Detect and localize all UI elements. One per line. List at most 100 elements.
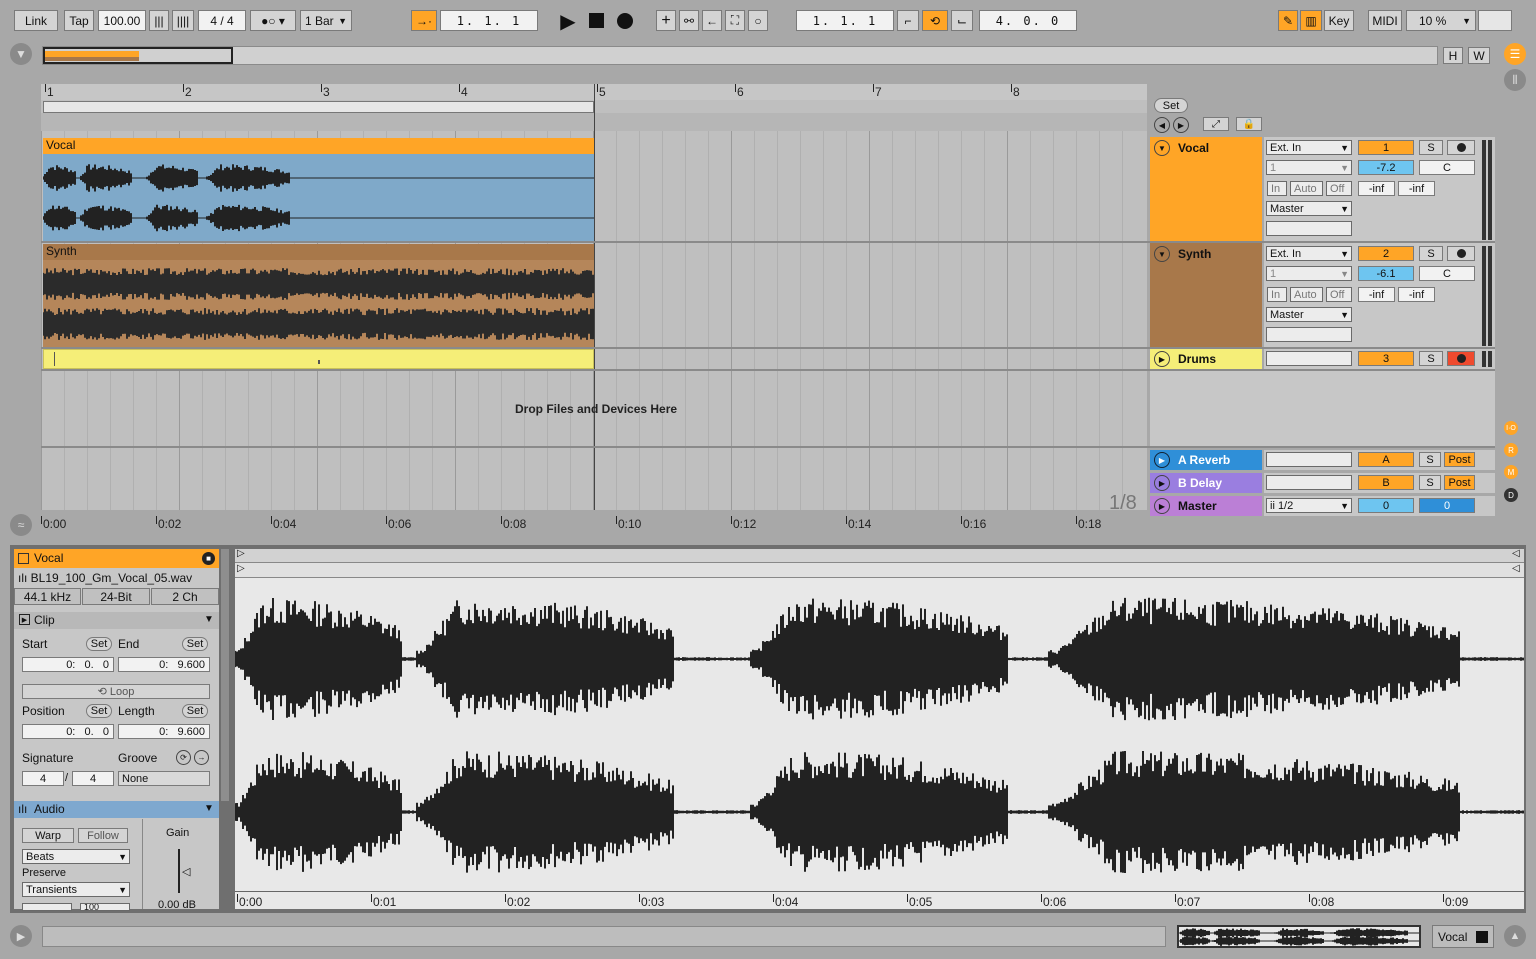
- solo-button[interactable]: S: [1419, 452, 1441, 467]
- loop-brace[interactable]: [43, 101, 594, 113]
- position-field[interactable]: 0: 0. 0: [22, 724, 114, 739]
- session-view-icon[interactable]: ⦀: [1504, 69, 1526, 91]
- master-cue-volume[interactable]: 0: [1419, 498, 1475, 513]
- return-io-field[interactable]: [1266, 452, 1352, 467]
- overview-toggle-icon[interactable]: ▼: [10, 43, 32, 65]
- track-activator[interactable]: 3: [1358, 351, 1414, 366]
- arrangement-view-icon[interactable]: ☰: [1504, 43, 1526, 65]
- sample-editor[interactable]: ▷ ▷ ◁ ◁ 0:00 0:01 0:02 0:03 0:04 0:05 0:06 0:07…: [235, 548, 1524, 909]
- volume-field[interactable]: -7.2: [1358, 160, 1414, 175]
- nudge-down-icon[interactable]: |||: [149, 10, 169, 31]
- arrangement-overview[interactable]: [42, 46, 1438, 65]
- time-ruler[interactable]: 0:00 0:02 0:04 0:06 0:08 0:10 0:12 0:14 0:16 0:18: [40, 516, 1147, 532]
- track-name[interactable]: A Reverb: [1178, 453, 1230, 467]
- returns-toggle-icon[interactable]: R: [1504, 443, 1518, 457]
- nudge-up-icon[interactable]: ||||: [172, 10, 194, 31]
- arm-button[interactable]: [1447, 351, 1475, 366]
- metronome-button[interactable]: ●○ ▾: [250, 10, 296, 31]
- arm-button[interactable]: [1447, 246, 1475, 261]
- fold-icon[interactable]: ▶: [1154, 475, 1170, 491]
- track-activator[interactable]: B: [1358, 475, 1414, 490]
- punch-in-icon[interactable]: ⌐: [897, 10, 919, 31]
- follow-button[interactable]: →·: [411, 10, 437, 31]
- punch-out-icon[interactable]: ⌙: [951, 10, 973, 31]
- post-fader-button[interactable]: Post: [1444, 475, 1475, 490]
- monitor-off-button[interactable]: Off: [1326, 181, 1352, 196]
- drums-track-header[interactable]: ▶ Drums: [1150, 349, 1262, 369]
- detail-view-toggle-icon[interactable]: ▲: [1504, 925, 1526, 947]
- vocal-clip[interactable]: Vocal: [43, 138, 594, 242]
- grid-zoom-label[interactable]: 1/8: [1109, 492, 1137, 515]
- previous-locator-icon[interactable]: ◀: [1154, 117, 1170, 133]
- track-activator[interactable]: A: [1358, 452, 1414, 467]
- clip-header[interactable]: Vocal ■: [14, 549, 219, 568]
- return-io-field[interactable]: [1266, 475, 1352, 490]
- play-icon[interactable]: ▶: [556, 9, 580, 33]
- loop-length-field[interactable]: 4. 0. 0: [979, 10, 1077, 31]
- fold-icon[interactable]: ▶: [1154, 452, 1170, 468]
- midi-map-button[interactable]: MIDI: [1368, 10, 1402, 31]
- input-channel-select[interactable]: 1: [1266, 160, 1352, 175]
- sample-editor-ruler[interactable]: [235, 549, 1524, 563]
- gain-value[interactable]: 0.00 dB: [158, 899, 196, 911]
- draw-mode-icon[interactable]: ✎: [1278, 10, 1298, 31]
- cpu-meter[interactable]: 10 % ▼: [1406, 10, 1476, 31]
- link-button[interactable]: Link: [14, 10, 58, 31]
- selected-track-indicator[interactable]: Vocal: [1432, 925, 1494, 948]
- tap-tempo-button[interactable]: Tap: [64, 10, 94, 31]
- overdub-plus-icon[interactable]: +: [656, 10, 676, 31]
- key-map-button[interactable]: Key: [1324, 10, 1354, 31]
- automation-toggle-icon[interactable]: ≈: [10, 514, 32, 536]
- reverb-return-header[interactable]: ▶ A Reverb: [1150, 450, 1262, 470]
- fold-icon[interactable]: ▼: [1154, 140, 1170, 156]
- fold-icon[interactable]: ▼: [1154, 246, 1170, 262]
- loop-switch-icon[interactable]: ⟲: [922, 10, 948, 31]
- empty-track-area[interactable]: [1150, 371, 1495, 446]
- synth-clip[interactable]: Synth: [43, 244, 594, 348]
- automation-arm-icon[interactable]: ⚯: [679, 10, 699, 31]
- groove-commit-icon[interactable]: →: [194, 750, 209, 765]
- output-channel-select[interactable]: [1266, 327, 1352, 342]
- loop-mode-select[interactable]: [22, 903, 72, 911]
- set-start-button[interactable]: Set: [86, 637, 112, 651]
- synth-track-header[interactable]: ▼ Synth: [1150, 243, 1262, 347]
- monitor-auto-button[interactable]: Auto: [1290, 287, 1323, 302]
- vocal-track-header[interactable]: ▼ Vocal: [1150, 137, 1262, 241]
- info-view-toggle-icon[interactable]: ▶: [10, 925, 32, 947]
- set-locator-button[interactable]: Set: [1154, 98, 1188, 113]
- groove-hot-swap-icon[interactable]: ⟳: [176, 750, 191, 765]
- loop-button[interactable]: ⟲ Loop: [22, 684, 210, 699]
- loop-start-field[interactable]: 1. 1. 1: [796, 10, 894, 31]
- solo-button[interactable]: S: [1419, 140, 1443, 155]
- arm-button[interactable]: [1447, 140, 1475, 155]
- record-icon[interactable]: [617, 13, 633, 29]
- clip-activator-icon[interactable]: [18, 553, 29, 564]
- fit-width-button[interactable]: W: [1468, 47, 1490, 64]
- track-activator[interactable]: 2: [1358, 246, 1414, 261]
- sample-time-ruler[interactable]: 0:00 0:01 0:02 0:03 0:04 0:05 0:06 0:07 0:08 0:09: [235, 891, 1524, 909]
- keyboard-icon[interactable]: ▥: [1300, 10, 1322, 31]
- preserve-select[interactable]: Transients: [22, 882, 130, 897]
- delay-toggle-icon[interactable]: D: [1504, 488, 1518, 502]
- input-type-select[interactable]: Ext. In: [1266, 246, 1352, 261]
- expand-tracks-icon[interactable]: ⤢: [1203, 117, 1229, 131]
- monitor-auto-button[interactable]: Auto: [1290, 181, 1323, 196]
- drums-clip[interactable]: [43, 349, 594, 369]
- solo-button[interactable]: S: [1419, 351, 1443, 366]
- fold-icon[interactable]: ▶: [1154, 498, 1170, 514]
- track-name[interactable]: B Delay: [1178, 476, 1222, 490]
- signature-denominator[interactable]: 4: [72, 771, 114, 786]
- time-signature-field[interactable]: 4 / 4: [198, 10, 246, 31]
- clip-section-header[interactable]: ▶ Clip ▼: [14, 612, 219, 629]
- start-field[interactable]: 0: 0. 0: [22, 657, 114, 672]
- output-select[interactable]: Master: [1266, 201, 1352, 216]
- set-position-button[interactable]: Set: [86, 704, 112, 718]
- monitor-off-button[interactable]: Off: [1326, 287, 1352, 302]
- master-volume-field[interactable]: 0: [1358, 498, 1414, 513]
- track-activator[interactable]: 1: [1358, 140, 1414, 155]
- capture-icon[interactable]: ⛶: [725, 10, 745, 31]
- track-name[interactable]: Drums: [1178, 352, 1216, 366]
- track-name[interactable]: Master: [1178, 499, 1217, 513]
- drums-io-field[interactable]: [1266, 351, 1352, 366]
- clip-overview-thumbnail[interactable]: [1177, 925, 1421, 948]
